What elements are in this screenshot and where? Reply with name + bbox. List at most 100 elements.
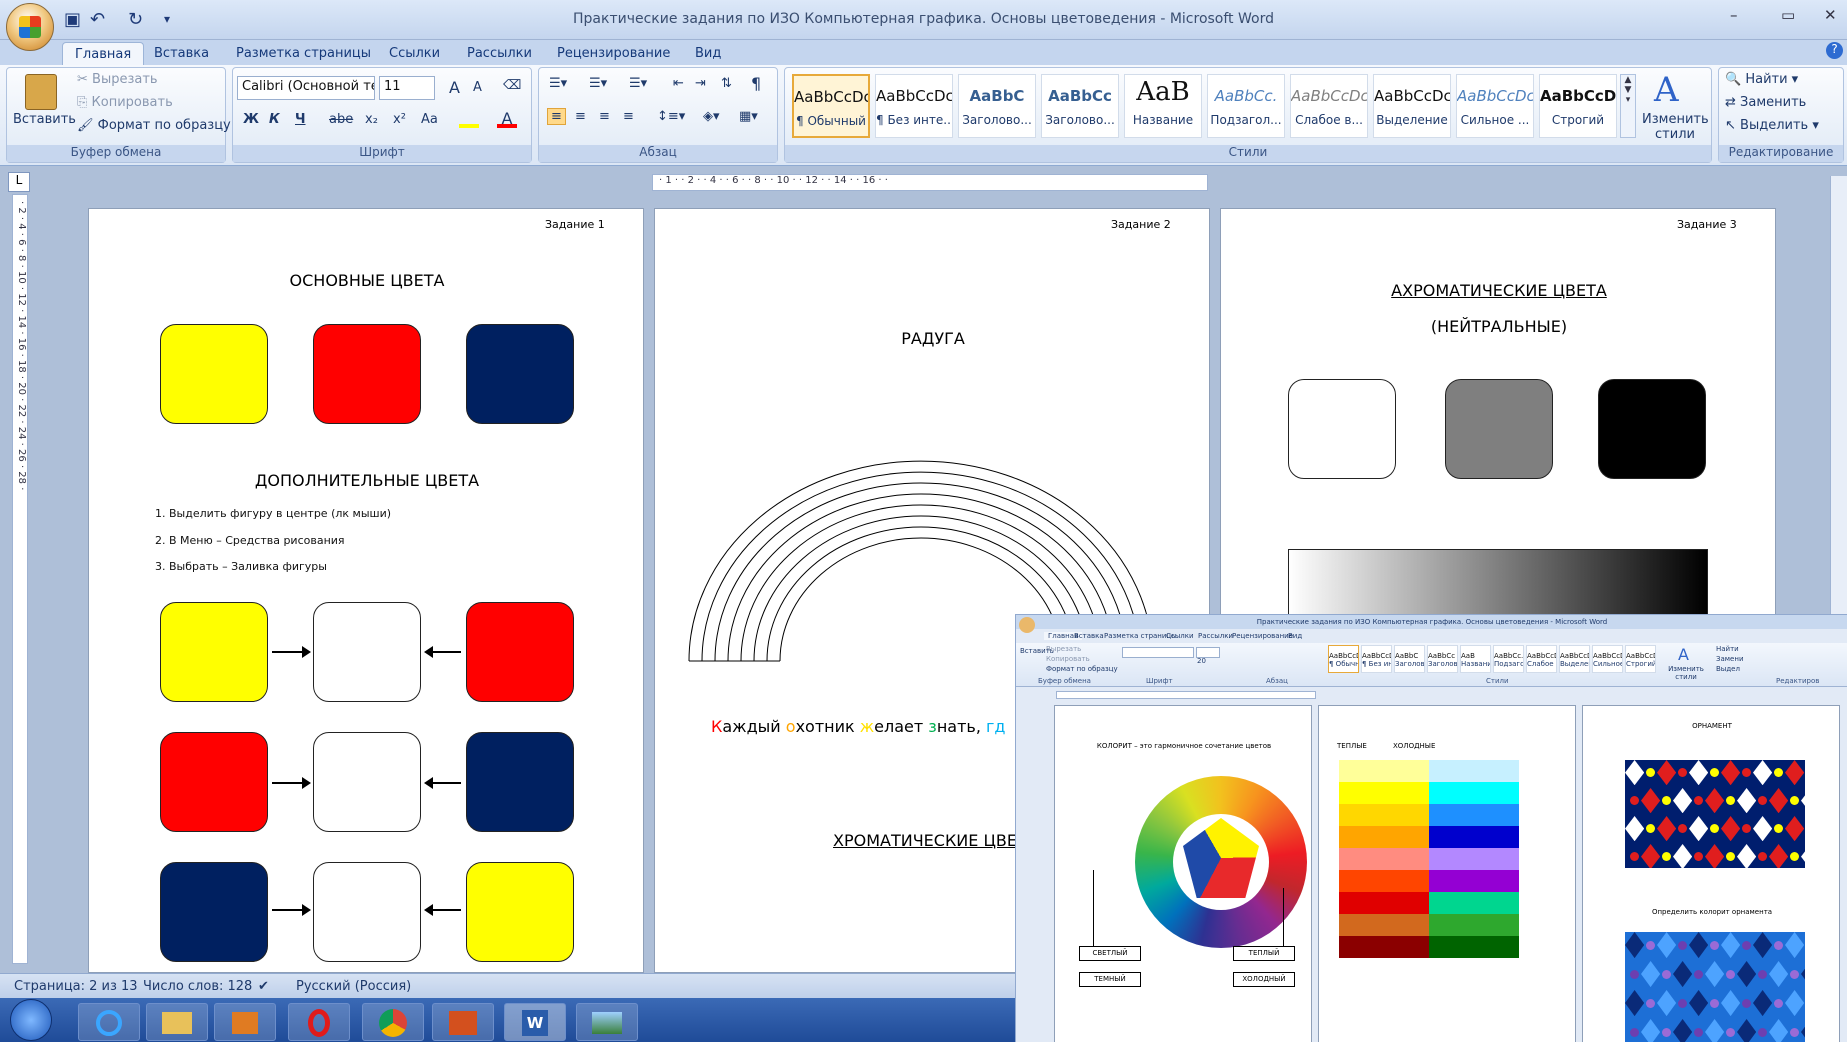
red-square[interactable] [466,602,574,702]
style-7[interactable]: AaBbCcDc Выделение [1373,74,1451,138]
copy-button[interactable]: ⎘ Копировать [77,95,173,110]
decrease-indent-icon[interactable]: ⇤ [673,76,684,91]
replace-button[interactable]: ⇄ Заменить [1725,95,1806,110]
align-left-icon[interactable]: ≡ [547,108,566,125]
style-2[interactable]: AaBbC Заголово... [958,74,1036,138]
highlight-icon[interactable] [459,112,479,128]
navy-square[interactable] [466,324,574,424]
tab-home[interactable]: Главная [62,42,145,65]
ov-style: AaBbCcDcСлабое в... [1526,645,1557,673]
paste-button[interactable]: Вставить [13,112,76,127]
ov-swatch-warm [1339,936,1429,958]
shading-icon[interactable]: ◈▾ [703,109,720,124]
style-8[interactable]: AaBbCcDc Сильное ... [1456,74,1534,138]
ov-swatch-warm [1339,870,1429,892]
yellow-square[interactable] [466,862,574,962]
multilevel-icon[interactable]: ☰▾ [629,76,647,91]
navy-square[interactable] [160,862,268,962]
align-center-icon[interactable]: ≡ [575,109,586,124]
word-icon[interactable]: W [504,1003,566,1041]
format-painter-button[interactable]: 🖌 Формат по образцу [77,118,231,133]
subscript-button[interactable]: x₂ [365,112,378,127]
tab-mailings[interactable]: Рассылки [455,42,544,65]
white-square[interactable] [1288,379,1396,479]
find-button[interactable]: 🔍 Найти ▾ [1725,72,1798,87]
style-4[interactable]: AaB Название [1124,74,1202,138]
style-preview: AaBbCcDc [1457,87,1533,105]
superscript-button[interactable]: x² [393,112,406,127]
underline-button[interactable]: Ч [295,112,306,127]
style-9[interactable]: AaBbCcDc Строгий [1539,74,1617,138]
yellow-square[interactable] [160,602,268,702]
navy-square[interactable] [466,732,574,832]
tab-view[interactable]: Вид [683,42,733,65]
font-color-icon[interactable]: A [497,111,517,128]
minimize-button[interactable]: – [1730,6,1738,24]
word-count[interactable]: Число слов: 128 [143,979,252,994]
tab-references[interactable]: Ссылки [377,42,452,65]
tab-selector[interactable]: L [8,172,30,192]
style-5[interactable]: AaBbCc. Подзагол... [1207,74,1285,138]
horizontal-ruler[interactable]: · 1 · · 2 · · 4 · · 6 · · 8 · · 10 · · 1… [652,174,1208,191]
grow-font-icon[interactable]: A [449,78,460,97]
red-square[interactable] [313,324,421,424]
ornament-dot [1677,998,1687,1008]
shrink-font-icon[interactable]: A [473,80,482,95]
maximize-button[interactable]: ▭ [1781,6,1795,24]
tab-layout[interactable]: Разметка страницы [224,42,383,65]
start-button[interactable] [10,999,52,1041]
gray-square[interactable] [1445,379,1553,479]
language[interactable]: Русский (Россия) [296,979,411,994]
tab-insert[interactable]: Вставка [142,42,221,65]
proofing-icon[interactable]: ✔ [258,979,269,994]
style-1[interactable]: AaBbCcDc ¶ Без инте... [875,74,953,138]
clear-format-icon[interactable]: ⌫ [503,78,521,93]
page-count[interactable]: Страница: 2 из 13 [14,979,138,994]
justify-icon[interactable]: ≡ [623,109,634,124]
ornament-dot [1661,852,1671,862]
select-button[interactable]: ↖ Выделить ▾ [1725,118,1819,133]
align-right-icon[interactable]: ≡ [599,109,610,124]
numbering-icon[interactable]: ☰▾ [589,76,607,91]
bullets-icon[interactable]: ☰▾ [549,76,567,91]
style-0[interactable]: AaBbCcDc ¶ Обычный [792,74,870,138]
borders-icon[interactable]: ▦▾ [739,109,758,124]
style-3[interactable]: AaBbCc Заголово... [1041,74,1119,138]
presentation-icon[interactable] [432,1003,494,1041]
empty-square[interactable] [313,732,421,832]
strikethrough-button[interactable]: abe [329,112,353,127]
tab-review[interactable]: Рецензирование [545,42,682,65]
sort-icon[interactable]: ⇅ [721,76,732,91]
styles-scroll[interactable]: ▲ ▼ ▾ [1620,74,1636,138]
opera-icon[interactable] [288,1003,350,1041]
chrome-icon[interactable] [362,1003,424,1041]
italic-button[interactable]: К [269,112,280,127]
bold-button[interactable]: Ж [243,112,259,127]
empty-square[interactable] [313,862,421,962]
media-icon[interactable] [214,1003,276,1041]
paste-icon[interactable] [25,74,57,110]
line-spacing-icon[interactable]: ↕≡▾ [657,109,685,124]
ov-style: AaBbCcЗаголово... [1427,645,1458,673]
increase-indent-icon[interactable]: ⇥ [695,76,706,91]
picture-icon[interactable] [576,1003,638,1041]
show-marks-icon[interactable]: ¶ [751,74,761,93]
help-icon[interactable]: ? [1826,42,1843,59]
explorer-icon[interactable] [146,1003,208,1041]
red-square[interactable] [160,732,268,832]
close-button[interactable]: ✕ [1824,6,1837,24]
ornament-diamond [1641,844,1661,868]
ornament-dot [1629,796,1639,806]
font-name-combo[interactable]: Calibri (Основной те [237,76,375,100]
font-size-combo[interactable]: 11 [379,76,435,100]
ie-icon[interactable] [78,1003,140,1041]
empty-square[interactable] [313,602,421,702]
change-case-button[interactable]: Aa [421,112,438,127]
cut-button[interactable]: ✂ Вырезать [77,72,158,87]
change-styles-button[interactable]: Изменить стили [1642,112,1709,142]
change-styles-icon[interactable]: A [1654,70,1679,110]
yellow-square[interactable] [160,324,268,424]
office-button[interactable] [6,3,54,51]
black-square[interactable] [1598,379,1706,479]
style-6[interactable]: AaBbCcDc Слабое в... [1290,74,1368,138]
